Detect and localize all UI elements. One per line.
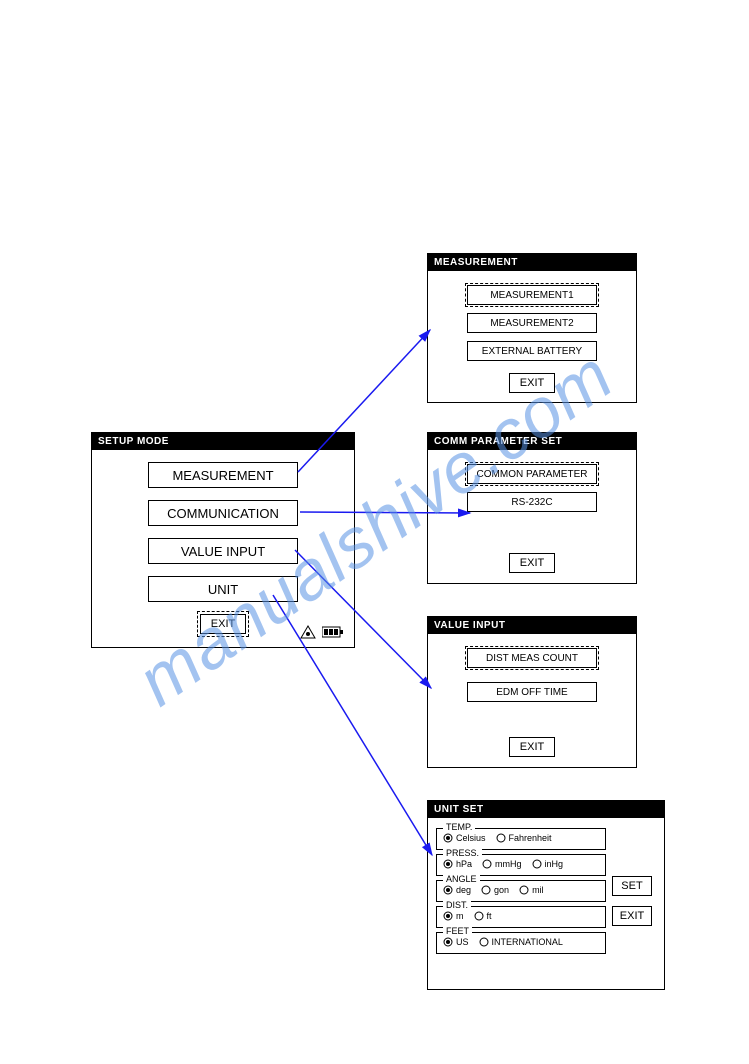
status-icons	[300, 625, 344, 639]
measurement-window: MEASUREMENT MEASUREMENT1 MEASUREMENT2 EX…	[427, 253, 637, 403]
group-press: PRESS. hPa mmHg inHg	[436, 854, 606, 876]
setup-exit-button[interactable]: EXIT	[200, 614, 246, 634]
option-external-battery[interactable]: EXTERNAL BATTERY	[467, 341, 597, 361]
radio-hpa[interactable]: hPa	[443, 859, 472, 869]
radio-gon[interactable]: gon	[481, 885, 509, 895]
radio-mmhg[interactable]: mmHg	[482, 859, 522, 869]
value-input-title: VALUE INPUT	[428, 617, 636, 634]
setup-mode-window: SETUP MODE MEASUREMENT COMMUNICATION VAL…	[91, 432, 355, 648]
group-feet: FEET US INTERNATIONAL	[436, 932, 606, 954]
unit-set-window: UNIT SET TEMP. Celsius Fahrenheit PRESS.	[427, 800, 665, 990]
radio-international[interactable]: INTERNATIONAL	[479, 937, 563, 947]
group-temp: TEMP. Celsius Fahrenheit	[436, 828, 606, 850]
radio-ft[interactable]: ft	[474, 911, 492, 921]
radio-deg[interactable]: deg	[443, 885, 471, 895]
comm-parameter-title: COMM PARAMETER SET	[428, 433, 636, 450]
menu-unit[interactable]: UNIT	[148, 576, 298, 602]
measurement-exit-button[interactable]: EXIT	[509, 373, 555, 393]
menu-measurement[interactable]: MEASUREMENT	[148, 462, 298, 488]
comm-exit-button[interactable]: EXIT	[509, 553, 555, 573]
group-dist: DIST. m ft	[436, 906, 606, 928]
option-measurement1[interactable]: MEASUREMENT1	[467, 285, 597, 305]
group-angle: ANGLE deg gon mil	[436, 880, 606, 902]
option-common-parameter[interactable]: COMMON PARAMETER	[467, 464, 597, 484]
radio-mil[interactable]: mil	[519, 885, 544, 895]
group-dist-label: DIST.	[443, 900, 471, 910]
value-input-exit-button[interactable]: EXIT	[509, 737, 555, 757]
setup-mode-title: SETUP MODE	[92, 433, 354, 450]
value-input-window: VALUE INPUT DIST MEAS COUNT EDM OFF TIME…	[427, 616, 637, 768]
radio-fahrenheit[interactable]: Fahrenheit	[496, 833, 552, 843]
laser-icon	[300, 625, 316, 639]
radio-m[interactable]: m	[443, 911, 464, 921]
unit-set-title: UNIT SET	[428, 801, 664, 818]
radio-us[interactable]: US	[443, 937, 469, 947]
menu-communication[interactable]: COMMUNICATION	[148, 500, 298, 526]
option-dist-meas-count[interactable]: DIST MEAS COUNT	[467, 648, 597, 668]
menu-value-input[interactable]: VALUE INPUT	[148, 538, 298, 564]
measurement-title: MEASUREMENT	[428, 254, 636, 271]
radio-inhg[interactable]: inHg	[532, 859, 564, 869]
battery-icon	[322, 626, 344, 638]
comm-parameter-window: COMM PARAMETER SET COMMON PARAMETER RS-2…	[427, 432, 637, 584]
option-edm-off-time[interactable]: EDM OFF TIME	[467, 682, 597, 702]
option-measurement2[interactable]: MEASUREMENT2	[467, 313, 597, 333]
unit-set-button[interactable]: SET	[612, 876, 652, 896]
option-rs232c[interactable]: RS-232C	[467, 492, 597, 512]
group-press-label: PRESS.	[443, 848, 482, 858]
group-temp-label: TEMP.	[443, 822, 475, 832]
group-angle-label: ANGLE	[443, 874, 480, 884]
unit-exit-button[interactable]: EXIT	[612, 906, 652, 926]
radio-celsius[interactable]: Celsius	[443, 833, 486, 843]
group-feet-label: FEET	[443, 926, 472, 936]
